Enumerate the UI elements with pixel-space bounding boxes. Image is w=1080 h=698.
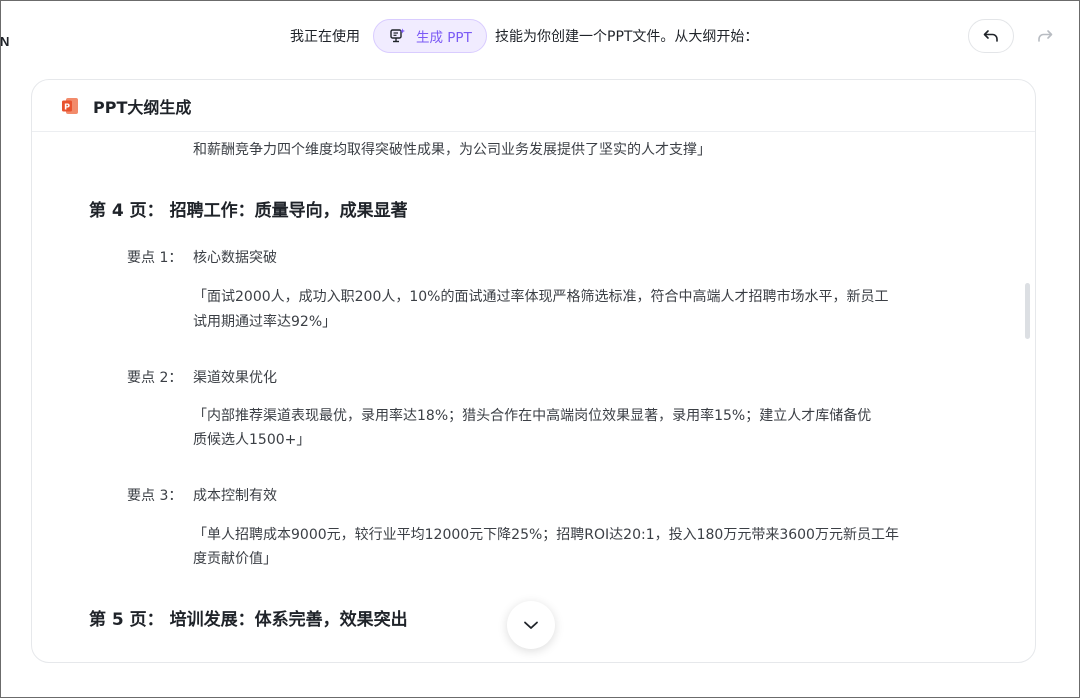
page-5-heading: 第 5 页： 培训发展：体系完善，效果突出 — [89, 610, 408, 630]
presentation-skill-icon — [390, 28, 405, 43]
point-1-detail-line-2: 试用期通过率达92%」 — [193, 314, 337, 330]
card-header: P PPT大纲生成 — [32, 80, 1035, 132]
point-3-detail-line-2: 度贡献价值」 — [193, 551, 277, 567]
svg-text:P: P — [64, 102, 70, 111]
prompt-pre-text: 我正在使用 — [290, 29, 360, 45]
scroll-down-button[interactable] — [507, 601, 555, 649]
point-1-title: 核心数据突破 — [193, 250, 277, 266]
point-2-detail-line-1: 「内部推荐渠道表现最优，录用率达18%；猎头合作在中高端岗位效果显著，录用率15… — [193, 408, 872, 424]
redo-button[interactable] — [1022, 19, 1068, 53]
undo-button[interactable] — [968, 19, 1014, 53]
prompt-row: 我正在使用 生成 PPT 技能为你创建一个PPT文件。从大纲开始： — [0, 18, 1080, 56]
ppt-outline-card: P PPT大纲生成 和薪酬竞争力四个维度均取得突破性成果，为公司业务发展提供了坚… — [31, 79, 1036, 663]
previous-page-fragment: 和薪酬竞争力四个维度均取得突破性成果，为公司业务发展提供了坚实的人才支撑」 — [193, 142, 711, 158]
point-2-label: 要点 2： — [127, 370, 183, 386]
point-2-detail-line-2: 质候选人1500+」 — [193, 432, 311, 448]
prompt-post-text: 技能为你创建一个PPT文件。从大纲开始： — [495, 29, 759, 45]
point-2-title: 渠道效果优化 — [193, 370, 277, 386]
powerpoint-file-icon: P — [62, 97, 78, 114]
card-title: PPT大纲生成 — [93, 97, 192, 117]
chevron-down-icon — [524, 621, 538, 629]
skill-chip-generate-ppt[interactable]: 生成 PPT — [373, 19, 487, 53]
outline-scroll-area[interactable]: 和薪酬竞争力四个维度均取得突破性成果，为公司业务发展提供了坚实的人才支撑」 第 … — [32, 133, 1035, 662]
undo-icon — [983, 30, 998, 42]
point-3-detail-line-1: 「单人招聘成本9000元，较行业平均12000元下降25%；招聘ROI达20:1… — [193, 527, 899, 543]
point-1-detail-line-1: 「面试2000人，成功入职200人，10%的面试通过率体现严格筛选标准，符合中高… — [193, 289, 889, 305]
page-4-heading: 第 4 页： 招聘工作：质量导向，成果显著 — [89, 201, 408, 221]
point-3-title: 成本控制有效 — [193, 488, 277, 504]
redo-icon — [1038, 30, 1053, 42]
skill-chip-label: 生成 PPT — [416, 30, 472, 46]
point-1-label: 要点 1： — [127, 250, 183, 266]
point-3-label: 要点 3： — [127, 488, 183, 504]
scrollbar-thumb[interactable] — [1025, 283, 1030, 339]
